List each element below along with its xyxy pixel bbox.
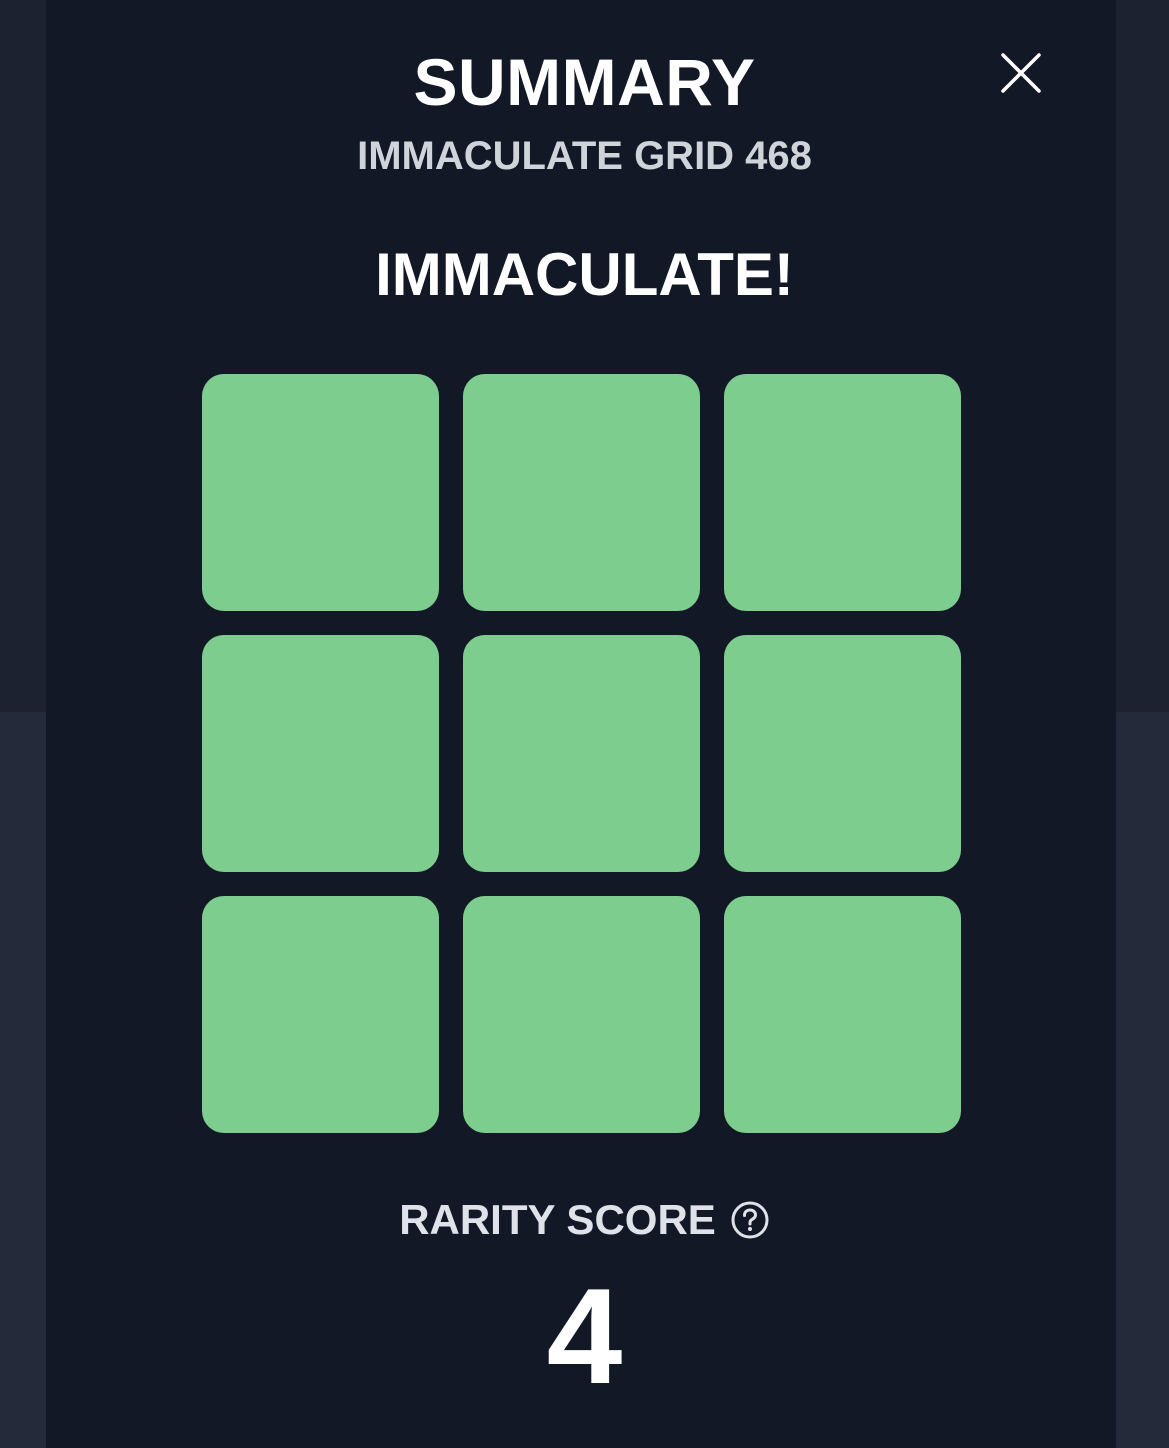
result-grid: [202, 374, 962, 1134]
grid-cell: [724, 635, 961, 872]
rarity-score-row: RARITY SCORE: [0, 1196, 1169, 1244]
summary-modal-top: [46, 0, 1116, 20]
modal-title: SUMMARY: [413, 45, 756, 119]
rarity-score-value: 4: [546, 1260, 623, 1412]
grid-cell: [724, 896, 961, 1133]
grid-cell: [724, 374, 961, 611]
grid-cell: [463, 374, 700, 611]
grid-cell: [202, 635, 439, 872]
result-heading: IMMACULATE!: [375, 241, 794, 308]
modal-subtitle: IMMACULATE GRID 468: [357, 134, 812, 178]
grid-cell: [463, 635, 700, 872]
rarity-score-label: RARITY SCORE: [399, 1196, 716, 1243]
grid-cell: [463, 896, 700, 1133]
grid-cell: [202, 374, 439, 611]
question-circle-icon[interactable]: [730, 1200, 770, 1240]
grid-cell: [202, 896, 439, 1133]
